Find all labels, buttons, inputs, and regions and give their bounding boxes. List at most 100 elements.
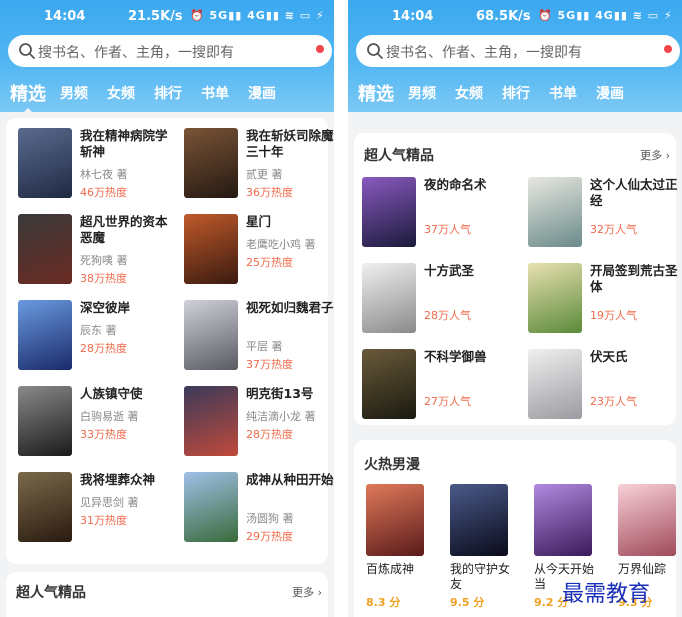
tab-comics[interactable]: 漫画: [596, 83, 624, 103]
search-placeholder: 搜书名、作者、主角，一搜即有: [386, 45, 582, 61]
book-heat: 37万人气: [424, 223, 471, 236]
tab-featured[interactable]: 精选: [358, 80, 394, 106]
search-bar[interactable]: 搜书名、作者、主角，一搜即有: [356, 35, 680, 67]
book-heat: 46万热度: [80, 186, 127, 199]
book-cover: [184, 300, 238, 370]
book-title: 开局签到荒古圣体: [590, 263, 678, 294]
network-speed: 68.5K/s: [476, 9, 531, 24]
book-grid-card: 我在精神病院学斩神 林七夜 著 46万热度 我在斩妖司除魔三十年 贰更 著 36…: [6, 118, 334, 564]
book-cover: [184, 472, 238, 542]
left-phone-screen: 14:04 21.5K/s ⏰ 5G▮▮ 4G▮▮ ≋ ▭ ⚡ 搜书名、作者、主…: [0, 0, 334, 617]
status-bar: 14:04 21.5K/s ⏰ 5G▮▮ 4G▮▮ ≋ ▭ ⚡: [0, 0, 334, 32]
book-item[interactable]: 开局签到荒古圣体 19万人气: [528, 263, 682, 343]
book-title: 人族镇守使: [80, 386, 143, 401]
book-author: 白驹易逝 著: [80, 410, 139, 423]
book-cover: [18, 300, 72, 370]
book-cover: [528, 177, 582, 247]
book-item[interactable]: 不科学御兽 27万人气: [362, 349, 522, 429]
more-label: 更多: [292, 586, 315, 599]
search-icon: [367, 43, 383, 59]
book-item[interactable]: 我在精神病院学斩神 林七夜 著 46万热度: [18, 128, 178, 208]
search-bar[interactable]: 搜书名、作者、主角，一搜即有: [8, 35, 332, 67]
book-item[interactable]: 我在斩妖司除魔三十年 贰更 著 36万热度: [184, 128, 334, 208]
book-cover: [18, 472, 72, 542]
watermark-text: 最需教育: [562, 582, 651, 607]
book-item[interactable]: 人族镇守使 白驹易逝 著 33万热度: [18, 386, 178, 466]
book-item[interactable]: 视死如归魏君子 平层 著 37万热度: [184, 300, 334, 380]
notification-dot[interactable]: [316, 45, 324, 53]
comic-cover: [534, 484, 592, 556]
book-heat: 23万人气: [590, 395, 637, 408]
tab-male[interactable]: 男频: [60, 83, 88, 103]
section-title: 超人气精品: [16, 585, 86, 601]
book-cover: [184, 214, 238, 284]
book-heat: 28万热度: [80, 342, 127, 355]
tab-male[interactable]: 男频: [408, 83, 436, 103]
book-title: 成神从种田开始: [246, 472, 334, 487]
book-item[interactable]: 超凡世界的资本恶魔 死狗咦 著 38万热度: [18, 214, 178, 294]
book-author: 辰东 著: [80, 324, 117, 337]
status-bar: 14:04 68.5K/s ⏰ 5G▮▮ 4G▮▮ ≋ ▭ ⚡: [348, 0, 682, 32]
comic-title: 百炼成神: [366, 562, 415, 576]
tab-comics[interactable]: 漫画: [248, 83, 276, 103]
status-time: 14:04: [44, 9, 86, 24]
book-heat: 38万热度: [80, 272, 127, 285]
status-icons: ⏰ 5G▮▮ 4G▮▮ ≋ ▭ ⚡: [538, 9, 673, 22]
book-heat: 25万热度: [246, 256, 293, 269]
book-title: 深空彼岸: [80, 300, 131, 315]
right-phone-screen: 14:04 68.5K/s ⏰ 5G▮▮ 4G▮▮ ≋ ▭ ⚡ 搜书名、作者、主…: [348, 0, 682, 617]
book-cover: [18, 386, 72, 456]
comic-score: 8.3 分: [366, 596, 401, 609]
chevron-right-icon: ›: [314, 586, 322, 599]
status-icons: ⏰ 5G▮▮ 4G▮▮ ≋ ▭ ⚡: [190, 9, 325, 22]
book-author: 汤圆狗 著: [246, 512, 294, 525]
book-author: 平层 著: [246, 340, 283, 353]
book-author: 林七夜 著: [80, 168, 128, 181]
book-item[interactable]: 深空彼岸 辰东 著 28万热度: [18, 300, 178, 380]
search-icon: [19, 43, 35, 59]
book-item[interactable]: 星门 老鹰吃小鸡 著 25万热度: [184, 214, 334, 294]
tab-ranking[interactable]: 排行: [502, 83, 530, 103]
notification-dot[interactable]: [664, 45, 672, 53]
book-cover: [528, 263, 582, 333]
book-title: 这个人仙太过正经: [590, 177, 678, 208]
tab-booklist[interactable]: 书单: [201, 83, 229, 103]
tab-female[interactable]: 女频: [107, 83, 135, 103]
book-author: 贰更 著: [246, 168, 283, 181]
book-item[interactable]: 明克街13号 纯洁滴小龙 著 28万热度: [184, 386, 334, 466]
book-title: 不科学御兽: [424, 349, 487, 364]
book-item[interactable]: 这个人仙太过正经 32万人气: [528, 177, 682, 257]
book-heat: 28万人气: [424, 309, 471, 322]
comic-title: 万界仙踪: [618, 562, 667, 576]
book-cover: [362, 263, 416, 333]
book-item[interactable]: 我将埋葬众神 见异思剑 著 31万热度: [18, 472, 178, 552]
comic-cover: [618, 484, 676, 556]
book-title: 夜的命名术: [424, 177, 487, 192]
book-title: 明克街13号: [246, 386, 314, 401]
book-cover: [184, 386, 238, 456]
book-item[interactable]: 成神从种田开始 汤圆狗 著 29万热度: [184, 472, 334, 552]
book-heat: 19万人气: [590, 309, 637, 322]
popular-section-card: 超人气精品 更多 › 夜的命名术 37万人气 这个人仙太过正经 32万人气 十方…: [354, 133, 678, 425]
tab-booklist[interactable]: 书单: [549, 83, 577, 103]
more-label: 更多: [640, 149, 663, 162]
search-placeholder: 搜书名、作者、主角，一搜即有: [38, 45, 234, 61]
book-heat: 28万热度: [246, 428, 293, 441]
book-cover: [184, 128, 238, 198]
tab-featured[interactable]: 精选: [10, 80, 46, 106]
book-item[interactable]: 夜的命名术 37万人气: [362, 177, 522, 257]
book-title: 我在精神病院学斩神: [80, 128, 168, 159]
tab-ranking[interactable]: 排行: [154, 83, 182, 103]
book-title: 我将埋葬众神: [80, 472, 156, 487]
chevron-right-icon: ›: [662, 149, 670, 162]
more-link[interactable]: 更多 ›: [640, 147, 670, 163]
popular-section-card: 超人气精品 更多 ›: [6, 572, 328, 617]
book-author: 纯洁滴小龙 著: [246, 410, 316, 423]
comic-score: 9.5 分: [450, 596, 485, 609]
tab-female[interactable]: 女频: [455, 83, 483, 103]
book-title: 十方武圣: [424, 263, 475, 278]
book-item[interactable]: 伏天氏 23万人气: [528, 349, 682, 429]
book-item[interactable]: 十方武圣 28万人气: [362, 263, 522, 343]
book-author: 老鹰吃小鸡 著: [246, 238, 316, 251]
more-link[interactable]: 更多 ›: [292, 584, 322, 600]
